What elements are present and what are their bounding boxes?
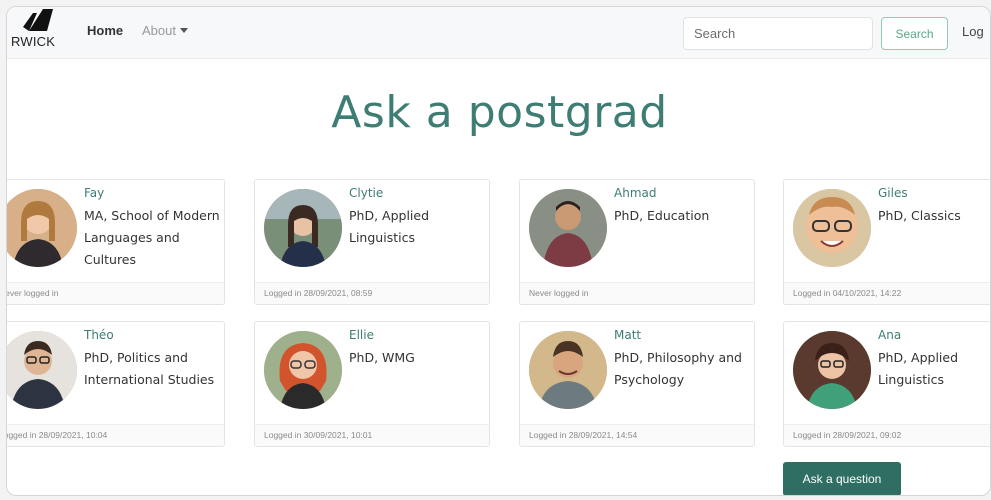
login-link[interactable]: Log (962, 24, 984, 39)
postgrad-degree: PhD, Politics and International Studies (84, 350, 215, 387)
avatar (264, 331, 342, 409)
logo-text: RWICK (11, 34, 56, 49)
card-footer: Logged in 28/09/2021, 08:59 (255, 282, 489, 304)
search-input[interactable] (683, 17, 873, 50)
card-footer: Logged in 28/09/2021, 10:04 (6, 424, 224, 446)
university-logo[interactable]: RWICK (11, 9, 71, 57)
card-footer: Logged in 28/09/2021, 14:54 (520, 424, 754, 446)
postgrad-name[interactable]: Giles (878, 186, 908, 200)
login-status: Logged in 28/09/2021, 08:59 (264, 288, 373, 298)
top-navbar: RWICK Home About Search Log (7, 7, 990, 59)
postgrad-name[interactable]: Clytie (349, 186, 383, 200)
postgrad-name[interactable]: Fay (84, 186, 104, 200)
nav-about-label: About (142, 23, 176, 38)
login-status: Never logged in (529, 288, 589, 298)
avatar (7, 331, 77, 409)
postgrad-name[interactable]: Ellie (349, 328, 374, 342)
card-footer: Logged in 04/10/2021, 14:22 (784, 282, 990, 304)
postgrad-card-clytie[interactable]: Clytie PhD, Applied Linguistics Logged i… (254, 179, 490, 305)
login-status: Never logged in (7, 288, 59, 298)
avatar (529, 331, 607, 409)
postgrad-card-fay[interactable]: Fay MA, School of Modern Languages and C… (7, 179, 225, 305)
postgrad-degree: PhD, Applied Linguistics (878, 350, 959, 387)
avatar (793, 331, 871, 409)
card-footer: Never logged in (7, 282, 224, 304)
nav-home-link[interactable]: Home (87, 23, 123, 38)
postgrad-name[interactable]: Matt (614, 328, 641, 342)
login-status: Logged in 04/10/2021, 14:22 (793, 288, 902, 298)
login-status: Logged in 28/09/2021, 14:54 (529, 430, 638, 440)
postgrad-degree: PhD, WMG (349, 350, 415, 365)
login-status: Logged in 28/09/2021, 09:02 (793, 430, 902, 440)
nav-about-dropdown[interactable]: About (142, 23, 188, 38)
avatar (7, 189, 77, 267)
postgrad-name[interactable]: Théo (84, 328, 114, 342)
card-footer: Never logged in (520, 282, 754, 304)
postgrad-degree: PhD, Classics (878, 208, 961, 223)
postgrad-card-giles[interactable]: Giles PhD, Classics Logged in 04/10/2021… (783, 179, 990, 305)
login-status: Logged in 30/09/2021, 10:01 (264, 430, 373, 440)
card-footer: Logged in 28/09/2021, 09:02 (784, 424, 990, 446)
postgrad-degree: MA, School of Modern Languages and Cultu… (84, 208, 220, 267)
postgrad-degree: PhD, Philosophy and Psychology (614, 350, 742, 387)
postgrad-card-ellie[interactable]: Ellie PhD, WMG Logged in 30/09/2021, 10:… (254, 321, 490, 447)
postgrad-card-ahmad[interactable]: Ahmad PhD, Education Never logged in (519, 179, 755, 305)
logo-mark-icon (23, 9, 53, 31)
ask-question-button[interactable]: Ask a question (783, 462, 901, 495)
browser-frame: RWICK Home About Search Log Ask a postgr… (6, 6, 991, 496)
card-footer: Logged in 30/09/2021, 10:01 (255, 424, 489, 446)
postgrad-name[interactable]: Ahmad (614, 186, 656, 200)
page-title: Ask a postgrad (331, 87, 668, 138)
avatar (264, 189, 342, 267)
login-status: Logged in 28/09/2021, 10:04 (6, 430, 108, 440)
avatar (529, 189, 607, 267)
caret-down-icon (179, 28, 188, 33)
postgrad-card-ana[interactable]: Ana PhD, Applied Linguistics Logged in 2… (783, 321, 990, 447)
postgrad-degree: PhD, Education (614, 208, 710, 223)
postgrad-card-matt[interactable]: Matt PhD, Philosophy and Psychology Logg… (519, 321, 755, 447)
search-button[interactable]: Search (881, 17, 948, 50)
postgrad-card-theo[interactable]: Théo PhD, Politics and International Stu… (6, 321, 225, 447)
postgrad-name[interactable]: Ana (878, 328, 901, 342)
avatar (793, 189, 871, 267)
postgrad-degree: PhD, Applied Linguistics (349, 208, 430, 245)
